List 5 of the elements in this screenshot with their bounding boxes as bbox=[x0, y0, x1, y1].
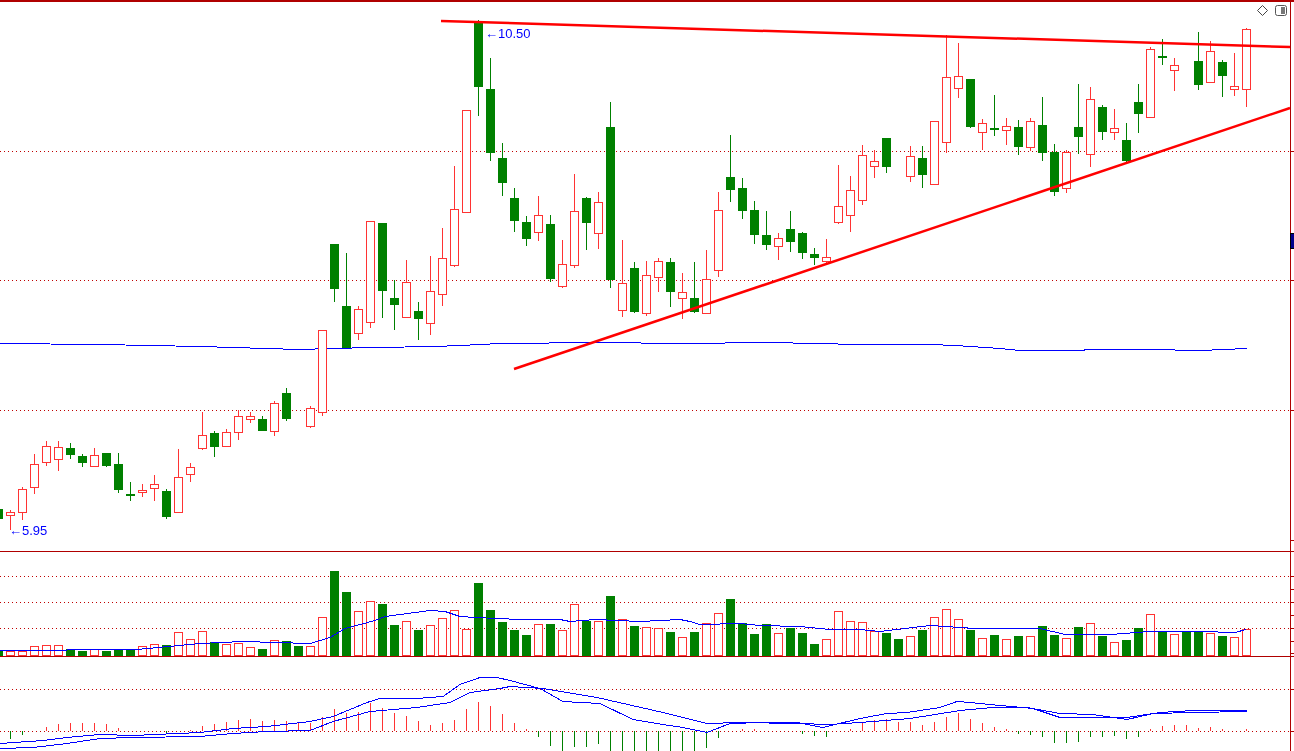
diamond-icon[interactable] bbox=[1257, 5, 1268, 16]
highest-price-label: ←10.50 bbox=[485, 26, 531, 41]
price-marker-icon bbox=[1290, 233, 1294, 249]
lowest-price-label: ←5.95 bbox=[9, 523, 48, 538]
panel-toggle-icon[interactable] bbox=[1275, 5, 1287, 16]
